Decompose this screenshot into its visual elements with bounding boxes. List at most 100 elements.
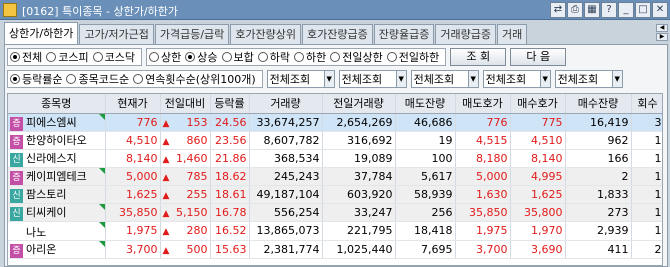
change-value: 500 <box>186 242 208 256</box>
table-row[interactable]: 증 케이피엠테크 5,000 ▲ 785 18.62 245,243 37,784 5,617 5… <box>8 167 662 186</box>
bid_qty-value: 1,833 <box>597 187 629 201</box>
table-row[interactable]: 증 피에스엠씨 776 ▲ 153 24.56 33,674,257 2,654,269 46,… <box>8 113 662 132</box>
prev_volume-value: 316,692 <box>347 133 393 147</box>
column-header[interactable]: 매도호가 <box>455 94 511 114</box>
stock-name-cell[interactable]: 증 아리온 <box>8 240 106 259</box>
table-row[interactable]: 신 신라에스지 8,140 ▲ 1,460 21.86 368,534 19,089 100 8,… <box>8 149 662 168</box>
type-radio-6[interactable]: 전일하한 <box>386 49 439 65</box>
price-cell: 776 <box>105 113 161 132</box>
prev_volume-cell: 221,795 <box>322 221 396 241</box>
column-header[interactable]: 전일대비 <box>160 94 211 114</box>
bid_qty-value: 16,419 <box>590 115 629 129</box>
column-header[interactable]: 매수호가 <box>510 94 566 114</box>
table-row[interactable]: 신 팜스토리 1,625 ▲ 255 18.61 49,187,104 603,920 58,9… <box>8 185 662 204</box>
sort-radio-0[interactable]: 등락률순 <box>10 71 62 87</box>
print-icon[interactable]: ⎙ <box>567 2 583 18</box>
tab-scroll-left-icon[interactable]: ◀ <box>656 24 668 32</box>
chart-icon[interactable]: ▦ <box>584 2 600 18</box>
stock-badge: 신 <box>10 206 23 220</box>
ask-value: 1,630 <box>476 187 508 201</box>
stock-name: 아리온 <box>26 242 57 256</box>
market-radio-2[interactable]: 코스닥 <box>92 49 135 65</box>
ask_qty-cell: 58,939 <box>395 185 456 204</box>
column-header[interactable]: 거래량 <box>249 94 323 114</box>
close-icon[interactable]: ✕ <box>652 2 668 18</box>
sort-radio-group: 등락률순 종목코드순 연속횟수순(상위100개) <box>7 70 263 88</box>
filter-select-0[interactable]: 전체조회 ▼ <box>266 70 335 88</box>
column-header[interactable]: 현재가 <box>105 94 161 114</box>
count-cell: 2 <box>631 240 662 259</box>
change-cell: ▲ 860 <box>160 131 211 150</box>
stock-name-cell[interactable]: 나노 <box>8 221 106 241</box>
count-value: 1 <box>654 169 662 183</box>
bid-value: 4,510 <box>531 133 563 147</box>
link-icon[interactable]: ⇄ <box>550 2 566 18</box>
filter-select-3[interactable]: 전체조회 ▼ <box>482 70 551 88</box>
tab-1[interactable]: 고가/저가근접 <box>79 24 154 44</box>
table-row[interactable]: 증 한양하이타오 4,510 ▲ 860 23.56 8,607,782 316,692 19 4… <box>8 131 662 150</box>
tab-scroll-right-icon[interactable]: ▶ <box>656 33 668 41</box>
column-header[interactable]: 등락률 <box>210 94 250 114</box>
change-value: 280 <box>186 224 208 237</box>
stock-name-cell[interactable]: 신 신라에스지 <box>8 149 106 168</box>
market-radio-0[interactable]: 전체 <box>10 49 42 65</box>
minimize-icon[interactable]: _ <box>618 2 634 18</box>
tab-0[interactable]: 상한가/하한가 <box>4 22 79 44</box>
help-icon[interactable]: ? <box>601 2 617 18</box>
tab-6[interactable]: 거래량급증 <box>435 24 496 44</box>
type-radio-2[interactable]: 보합 <box>221 49 254 65</box>
type-radio-1[interactable]: 상승 <box>185 49 218 65</box>
tab-5[interactable]: 잔량율급증 <box>373 24 435 44</box>
column-header[interactable]: 회수 <box>631 94 662 114</box>
prev_volume-cell: 603,920 <box>322 185 396 204</box>
ask-cell: 4,515 <box>455 131 511 150</box>
sort-radio-2[interactable]: 연속횟수순(상위100개) <box>133 71 256 87</box>
price-value: 35,850 <box>119 205 158 219</box>
column-header[interactable]: 매수잔량 <box>565 94 632 114</box>
stock-name-cell[interactable]: 증 한양하이타오 <box>8 131 106 150</box>
column-header[interactable]: 종목명 <box>8 94 106 114</box>
column-header[interactable]: 매도잔량 <box>395 94 456 114</box>
change-cell: ▲ 500 <box>160 240 211 259</box>
rate-cell: 24.56 <box>210 113 250 132</box>
ask_qty-cell: 5,617 <box>395 167 456 186</box>
table-row[interactable]: 증 아리온 3,700 ▲ 500 15.63 2,381,774 1,025,440 7,69… <box>8 240 662 259</box>
type-radio-3[interactable]: 하락 <box>257 49 290 65</box>
query-button[interactable]: 조 회 <box>450 48 507 66</box>
stock-name-cell[interactable]: 증 피에스엠씨 <box>8 113 106 132</box>
tab-7[interactable]: 거래 <box>497 24 528 44</box>
price-value: 776 <box>136 115 158 129</box>
tab-3[interactable]: 호가잔량상위 <box>230 24 302 44</box>
radio-label: 전체 <box>22 51 43 64</box>
filter-select-4[interactable]: 전체조회 ▼ <box>554 70 623 88</box>
stock-badge: 증 <box>10 134 23 148</box>
price-cell: 1,625 <box>105 185 161 204</box>
change-cell: ▲ 1,460 <box>160 149 211 168</box>
price-value: 8,140 <box>126 151 158 165</box>
table-row[interactable]: 나노 1,975 ▲ 280 16.52 13,865,073 221,795 18,418 1… <box>8 221 662 241</box>
filter-select-2[interactable]: 전체조회 ▼ <box>410 70 479 88</box>
next-button[interactable]: 다 음 <box>510 48 567 66</box>
tab-4[interactable]: 호가잔량급증 <box>302 24 373 44</box>
tab-2[interactable]: 가격급등/급락 <box>154 24 230 44</box>
type-radio-0[interactable]: 상한 <box>149 49 181 65</box>
prev_volume-cell: 2,654,269 <box>322 113 396 132</box>
sort-radio-1[interactable]: 종목코드순 <box>66 71 129 87</box>
ask-cell: 1,975 <box>455 221 511 241</box>
stock-name-cell[interactable]: 신 팜스토리 <box>8 185 106 204</box>
type-radio-4[interactable]: 하한 <box>294 49 326 65</box>
up-triangle-icon: ▲ <box>162 190 170 201</box>
table-row[interactable]: 신 티씨케이 35,850 ▲ 5,150 16.78 556,254 33,247 256 35… <box>8 203 662 222</box>
column-header[interactable]: 전일거래량 <box>322 94 396 114</box>
prev_volume-value: 33,247 <box>354 205 393 219</box>
maximize-icon[interactable]: □ <box>635 2 651 18</box>
price-cell: 35,850 <box>105 203 161 222</box>
up-triangle-icon: ▲ <box>162 136 170 147</box>
filter-select-1[interactable]: 전체조회 ▼ <box>338 70 407 88</box>
volume-value: 13,865,073 <box>256 224 320 237</box>
stock-name-cell[interactable]: 증 케이피엠테크 <box>8 167 106 186</box>
stock-name-cell[interactable]: 신 티씨케이 <box>8 203 106 222</box>
ask-value: 8,180 <box>476 151 508 165</box>
type-radio-5[interactable]: 전일상한 <box>330 49 383 65</box>
market-radio-1[interactable]: 코스피 <box>46 49 89 65</box>
